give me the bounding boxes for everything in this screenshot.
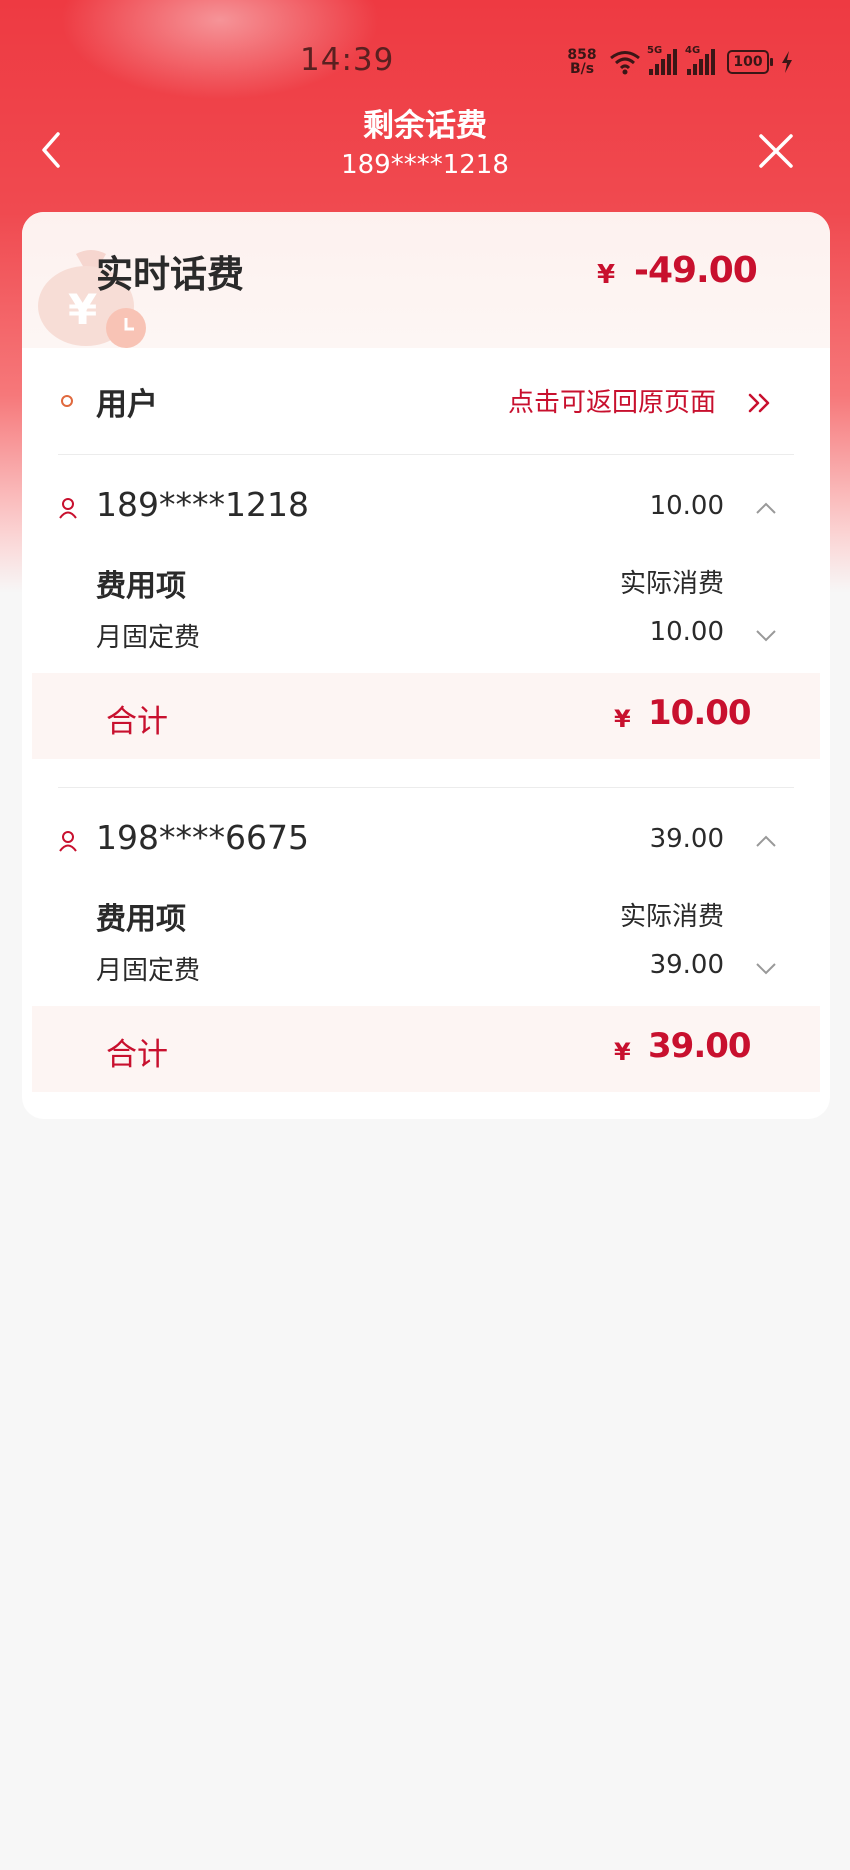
wifi-icon [610, 51, 640, 75]
summary-currency: ¥ [597, 260, 616, 290]
line-amount: 39.00 [649, 824, 724, 854]
fee-item-amount: 39.00 [649, 950, 724, 980]
person-icon [59, 498, 77, 519]
summary-title: 实时话费 [96, 253, 244, 296]
total-currency: ¥ [614, 1038, 631, 1066]
user-label: 用户 [96, 387, 158, 423]
net-speed-value: 858 [567, 47, 597, 63]
col-actual-label: 实际消费 [619, 569, 724, 599]
sim2-tag: 4G [685, 45, 701, 56]
user-dot-icon [61, 395, 73, 407]
bill-card: ¥ 实时话费 ¥ -49.00 用户 点击可返回原页面 189****1218 … [22, 212, 830, 1119]
line-number: 189****1218 [96, 485, 309, 524]
sim1-signal-icon: 5G [647, 45, 679, 75]
line-section: 198****6675 39.00 费用项 实际消费 月固定费 39.00 合计… [22, 788, 830, 1098]
total-currency: ¥ [614, 705, 631, 733]
col-actual-label: 实际消费 [619, 902, 724, 932]
total-label: 合计 [106, 704, 168, 740]
net-speed: 858 B/s [565, 48, 599, 76]
summary-amount: -49.00 [634, 250, 758, 291]
fee-item-amount: 10.00 [649, 617, 724, 647]
page-subtitle: 189****1218 [341, 150, 509, 180]
total-amount: 10.00 [648, 693, 752, 733]
summary-header: ¥ 实时话费 ¥ -49.00 [22, 212, 830, 348]
line-section: 189****1218 10.00 费用项 实际消费 月固定费 10.00 合计… [22, 455, 830, 765]
sim1-tag: 5G [647, 45, 663, 56]
net-speed-unit: B/s [569, 61, 595, 77]
fee-item-name: 月固定费 [96, 956, 201, 986]
chevron-up-icon[interactable] [755, 834, 777, 848]
fee-item-name: 月固定费 [96, 623, 201, 653]
page-title: 剩余话费 [363, 108, 487, 144]
line-amount: 10.00 [649, 491, 724, 521]
status-time: 14:39 [300, 42, 395, 78]
chevron-down-icon[interactable] [755, 629, 777, 643]
sim2-signal-icon: 4G [685, 45, 717, 75]
svg-text:¥: ¥ [68, 285, 97, 334]
close-icon[interactable] [758, 133, 794, 169]
battery-icon: 100 [727, 50, 773, 74]
col-item-label: 费用项 [96, 569, 186, 604]
total-amount: 39.00 [648, 1026, 752, 1066]
person-icon [59, 831, 77, 852]
total-label: 合计 [106, 1037, 168, 1073]
status-indicators: 858 B/s 5G 4G 100 [565, 44, 793, 80]
double-chevron-right-icon[interactable] [747, 390, 773, 416]
charging-icon [782, 51, 792, 73]
line-number: 198****6675 [96, 818, 309, 857]
col-item-label: 费用项 [96, 902, 186, 937]
return-link[interactable]: 点击可返回原页面 [508, 382, 716, 419]
chevron-down-icon[interactable] [755, 962, 777, 976]
chevron-up-icon[interactable] [755, 501, 777, 515]
